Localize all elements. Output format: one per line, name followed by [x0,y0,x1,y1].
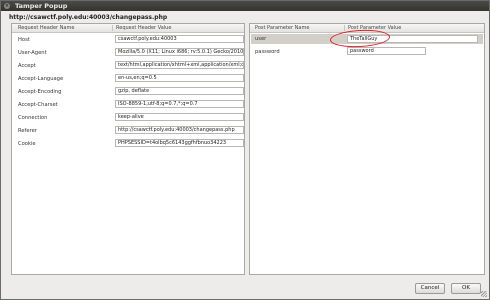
header-value-accept[interactable]: text/html,application/xhtml+xml,applicat… [115,61,244,69]
header-name-host: Host [18,37,30,43]
header-value-accept-language[interactable]: en-us,en;q=0.5 [115,74,244,82]
column-header-request-name[interactable]: Request Header Name [18,24,74,32]
column-header-post-name[interactable]: Post Parameter Name [255,24,309,32]
header-name-referer: Referer [18,128,37,134]
header-name-accept-language: Accept-Language [18,76,64,82]
header-value-host[interactable]: csawctf.poly.edu:40003 [115,35,244,43]
post-param-value-password[interactable]: password [347,47,426,55]
column-header-request-value[interactable]: Request Header Value [116,24,171,32]
request-url: http://csawctf.poly.edu:40003/changepass… [9,14,168,21]
header-name-cookie: Cookie [18,141,36,147]
post-param-name-password: password [255,49,280,55]
ok-button[interactable]: OK [451,283,481,294]
header-value-connection[interactable]: keep-alive [115,113,244,121]
tamper-popup-window: × Tamper Popup http://csawctf.poly.edu:4… [0,0,490,300]
post-parameters-table: Post Parameter Name Post Parameter Value… [249,23,485,275]
cancel-button[interactable]: Cancel [415,283,445,294]
request-headers-table: Request Header Name Request Header Value… [11,23,245,275]
request-headers-header: Request Header Name Request Header Value [12,24,244,33]
header-name-accept-encoding: Accept-Encoding [18,89,62,95]
header-value-cookie[interactable]: PHPSESSID=t4olbq5c6143ggfhfbnuo34223 [115,139,244,147]
title-bar: × Tamper Popup [1,1,489,11]
close-icon[interactable]: × [4,3,10,9]
header-name-accept: Accept [18,63,36,69]
header-value-accept-charset[interactable]: ISO-8859-1,utf-8;q=0.7,*;q=0.7 [115,100,244,108]
window-title: Tamper Popup [15,2,68,10]
post-param-name-user: user [255,36,267,42]
header-value-accept-encoding[interactable]: gzip, deflate [115,87,244,95]
header-value-referer[interactable]: http://csawctf.poly.edu:40003/changepass… [115,126,244,134]
resize-grip-icon[interactable] [481,291,487,297]
header-name-accept-charset: Accept-Charset [18,102,58,108]
header-name-user-agent: User-Agent [18,50,47,56]
header-value-user-agent[interactable]: Mozilla/5.0 (X11; Linux i686; rv:5.0.1) … [115,48,244,56]
header-name-connection: Connection [18,115,48,121]
